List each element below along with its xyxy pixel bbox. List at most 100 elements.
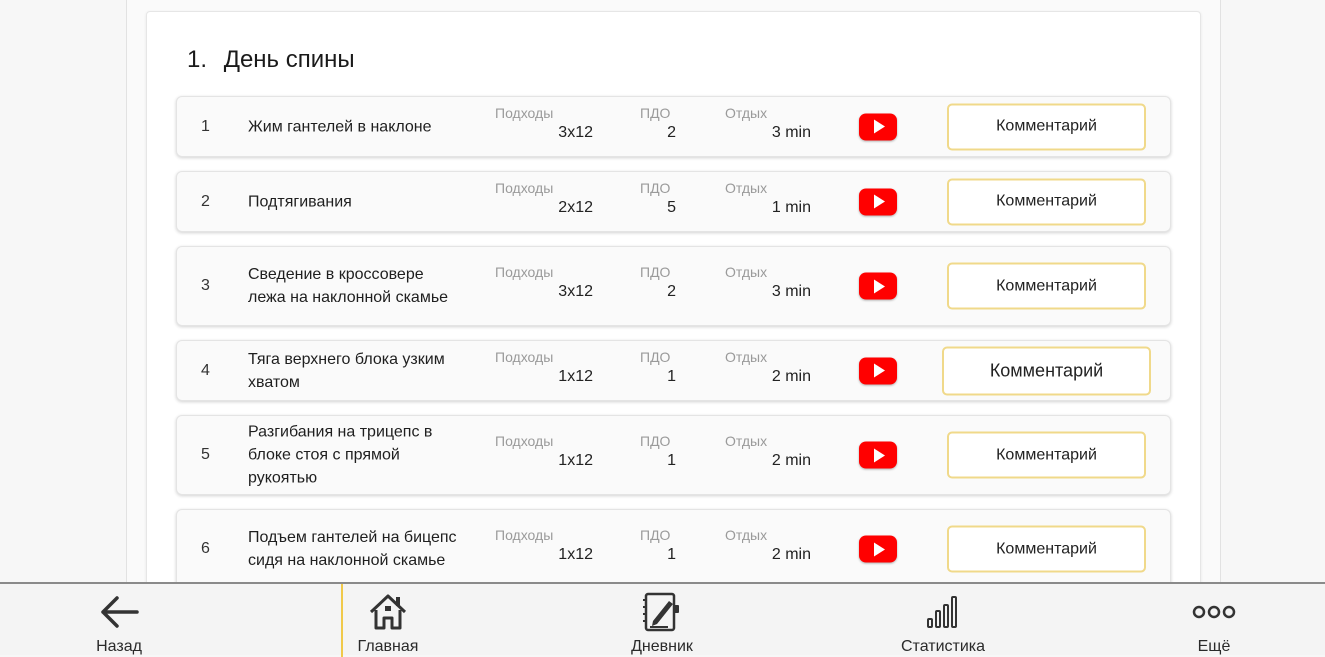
play-triangle [874,119,885,134]
nav-back-label: Назад [96,638,142,655]
rest-stat: Отдых 2 min [725,527,815,571]
sets-label: Подходы [495,527,554,543]
nav-stats-label: Статистика [900,638,986,655]
pdo-stat: ПДО 2 [640,264,680,308]
play-triangle [874,279,885,293]
sets-value: 2x12 [558,198,593,216]
play-triangle [874,363,885,378]
exercise-index: 4 [201,361,210,379]
youtube-icon[interactable] [859,272,897,300]
exercise-row: 5 Разгибания на трицепс в блоке стоя с п… [176,415,1171,495]
sets-label: Подходы [495,104,554,121]
nav-diary[interactable]: Дневник [587,584,737,657]
pdo-label: ПДО [640,264,671,280]
workout-title: 1. День спины [187,46,355,74]
rest-label: Отдых [725,179,768,196]
pdo-value: 1 [667,452,676,469]
comment-button[interactable]: Комментарий [947,103,1146,150]
comment-button[interactable]: Комментарий [947,525,1146,573]
pdo-stat: ПДО 1 [640,527,680,571]
bar-chart-icon [924,590,962,634]
pdo-stat: ПДО 1 [640,433,680,477]
play-triangle [874,448,885,462]
pdo-label: ПДО [640,348,671,365]
pdo-value: 2 [667,123,676,141]
rest-label: Отдых [725,104,768,121]
rest-stat: Отдых 1 min [725,180,815,224]
rest-value: 1 min [771,198,811,216]
sets-stat: Подходы 1x12 [495,527,595,571]
exercise-row: 2 Подтягивания Подходы 2x12 ПДО 5 Отдых … [176,171,1171,232]
sets-label: Подходы [495,348,554,365]
sets-value: 1x12 [558,546,593,563]
sets-value: 1x12 [558,452,593,469]
comment-button[interactable]: Комментарий [947,262,1146,310]
youtube-icon[interactable] [859,113,897,140]
play-triangle [874,194,885,209]
comment-button[interactable]: Комментарий [947,431,1146,479]
rest-value: 3 min [771,123,811,141]
rest-label: Отдых [725,433,768,449]
sets-stat: Подходы 3x12 [495,105,595,149]
exercise-index: 5 [201,446,210,463]
house-icon [368,590,408,634]
sets-stat: Подходы 3x12 [495,264,595,308]
comment-button[interactable]: Комментарий [942,346,1151,395]
rest-value: 2 min [771,546,811,563]
youtube-icon[interactable] [859,357,897,384]
nav-home-label: Главная [357,638,419,655]
exercise-name: Сведение в кроссовере лежа на наклонной … [248,266,449,306]
nav-stats[interactable]: Статистика [868,584,1018,657]
nav-more-label: Ещё [1197,638,1231,655]
sets-value: 3x12 [558,123,593,141]
pdo-stat: ПДО 5 [640,180,680,224]
exercise-index: 3 [201,277,210,294]
exercise-name: Разгибания на трицепс в блоке стоя с пря… [248,423,433,487]
rest-stat: Отдых 2 min [725,349,815,393]
pdo-value: 2 [667,283,676,300]
sets-stat: Подходы 1x12 [495,433,595,477]
rest-label: Отдых [725,527,768,543]
nav-more[interactable]: Ещё [1139,584,1289,657]
exercise-index: 6 [201,540,210,557]
rest-label: Отдых [725,348,768,365]
exercise-index: 1 [201,117,210,135]
sets-value: 3x12 [558,283,593,300]
exercise-row: 4 Тяга верхнего блока узким хватом Подхо… [176,340,1171,401]
exercise-name: Подтягивания [248,193,352,210]
pdo-label: ПДО [640,433,671,449]
exercise-index: 2 [201,192,210,210]
sets-stat: Подходы 2x12 [495,180,595,224]
three-dots-icon [1192,590,1236,634]
notebook-pen-icon [642,590,682,634]
exercise-name: Подъем гантелей на бицепс сидя на наклон… [248,529,457,569]
youtube-icon[interactable] [859,188,897,215]
rest-stat: Отдых 3 min [725,105,815,149]
sets-label: Подходы [495,433,554,449]
exercise-row: 1 Жим гантелей в наклоне Подходы 3x12 ПД… [176,96,1171,157]
exercise-row: 6 Подъем гантелей на бицепс сидя на накл… [176,509,1171,589]
sets-label: Подходы [495,179,554,196]
youtube-icon[interactable] [859,441,897,469]
exercise-name: Жим гантелей в наклоне [248,118,432,135]
rest-value: 2 min [771,452,811,469]
pdo-value: 1 [667,546,676,563]
pdo-value: 5 [667,198,676,216]
arrow-left-icon [97,590,141,634]
rest-stat: Отдых 2 min [725,433,815,477]
rest-label: Отдых [725,264,768,280]
pdo-label: ПДО [640,104,671,121]
youtube-icon[interactable] [859,535,897,563]
nav-home[interactable]: Главная [341,584,433,657]
nav-back[interactable]: Назад [44,584,194,657]
rest-stat: Отдых 3 min [725,264,815,308]
workout-number: 1. [187,46,208,73]
exercise-row: 3 Сведение в кроссовере лежа на наклонно… [176,246,1171,326]
rest-value: 3 min [771,283,811,300]
pdo-stat: ПДО 1 [640,349,680,393]
comment-button[interactable]: Комментарий [947,178,1146,225]
bottom-nav: Назад Главная Дневник Статистика Ещё [0,582,1325,657]
sets-label: Подходы [495,264,554,280]
rest-value: 2 min [771,367,811,385]
pdo-stat: ПДО 2 [640,105,680,149]
